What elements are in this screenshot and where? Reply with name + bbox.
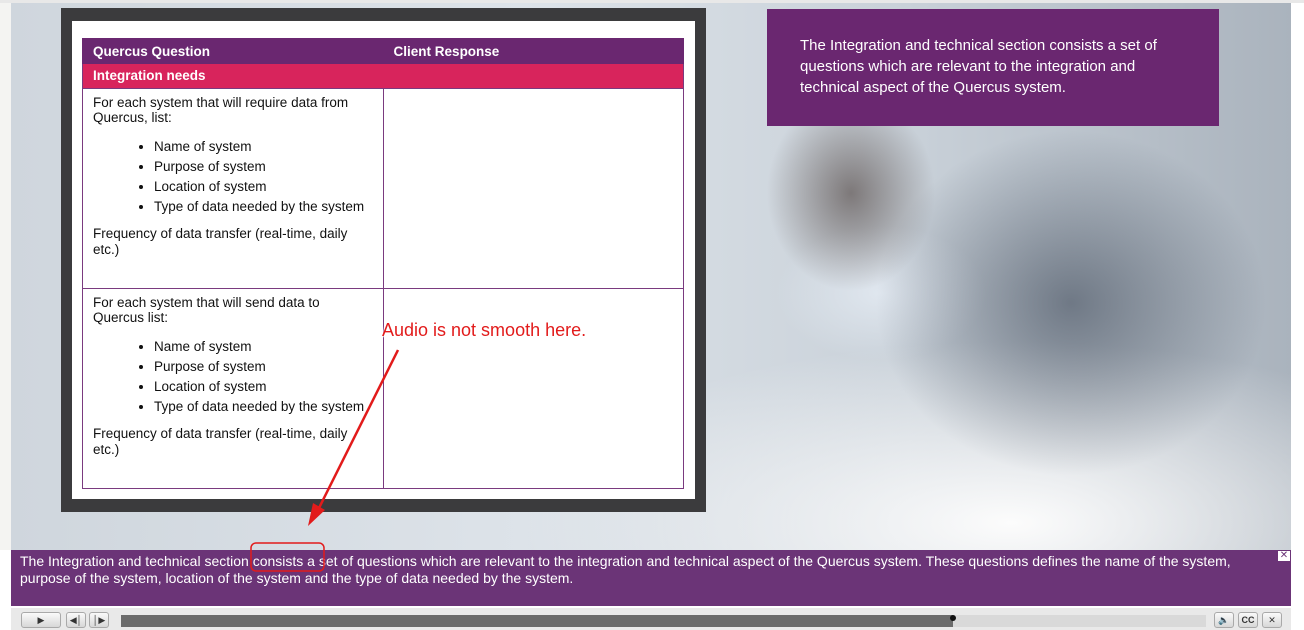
volume-icon: 🔈 [1218,614,1230,625]
row-frequency: Frequency of data transfer (real-time, d… [93,426,348,457]
question-cell: For each system that will send data to Q… [82,288,384,489]
closed-captions-icon: CC [1241,615,1255,625]
close-icon[interactable]: ✕ [1278,551,1290,561]
table-row: For each system that will send data to Q… [82,288,685,489]
list-item: Location of system [154,379,373,394]
row-intro: For each system that will send data to Q… [93,295,320,325]
row-item-list: Name of system Purpose of system Locatio… [93,139,373,214]
play-icon: ▶ [37,614,45,625]
next-icon: │▶ [92,614,106,625]
list-item: Type of data needed by the system [154,199,373,214]
list-item: Purpose of system [154,359,373,374]
close-icon: ✕ [1268,614,1276,625]
section-integration-needs: Integration needs [82,63,684,89]
list-item: Type of data needed by the system [154,399,373,414]
row-intro: For each system that will require data f… [93,95,349,125]
play-button[interactable]: ▶ [21,612,61,628]
closed-captions-button[interactable]: CC [1238,612,1258,628]
caption-bar: The Integration and technical section co… [11,550,1291,606]
question-table: Quercus Question Client Response Integra… [82,38,685,489]
progress-fill [121,615,954,627]
question-table-panel: Quercus Question Client Response Integra… [72,21,695,499]
question-table-frame: Quercus Question Client Response Integra… [61,8,706,512]
header-question: Quercus Question [82,38,384,64]
caption-text-highlight: consists a [252,553,315,569]
list-item: Location of system [154,179,373,194]
row-item-list: Name of system Purpose of system Locatio… [93,339,373,414]
response-cell [382,288,685,489]
table-row: For each system that will require data f… [82,88,685,289]
question-cell: For each system that will require data f… [82,88,384,289]
info-callout: The Integration and technical section co… [767,9,1219,126]
caption-text-before: The Integration and technical section [20,553,253,569]
progress-bar[interactable] [121,615,1206,627]
list-item: Name of system [154,339,373,354]
previous-icon: ◀│ [69,614,83,625]
volume-button[interactable]: 🔈 [1214,612,1234,628]
close-player-button[interactable]: ✕ [1262,612,1282,628]
player-controls: ▶ ◀│ │▶ 🔈 CC ✕ [11,608,1291,630]
window-left-edge [0,3,11,550]
row-frequency: Frequency of data transfer (real-time, d… [93,226,348,257]
list-item: Purpose of system [154,159,373,174]
annotation-text: Audio is not smooth here. [382,320,587,340]
previous-button[interactable]: ◀│ [66,612,86,628]
next-button[interactable]: │▶ [89,612,109,628]
response-cell [382,88,685,289]
list-item: Name of system [154,139,373,154]
header-response: Client Response [382,38,685,64]
